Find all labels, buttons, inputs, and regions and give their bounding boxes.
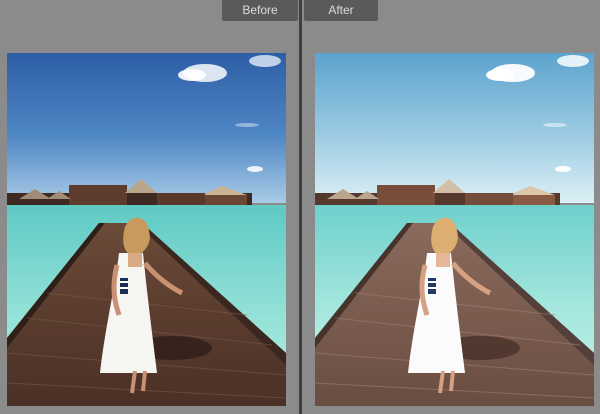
before-photo — [7, 53, 286, 406]
before-label: Before — [222, 0, 298, 21]
split-divider[interactable] — [299, 0, 302, 414]
before-after-compare-view: Before After — [0, 0, 600, 414]
after-photo — [315, 53, 594, 406]
after-label: After — [304, 0, 378, 21]
